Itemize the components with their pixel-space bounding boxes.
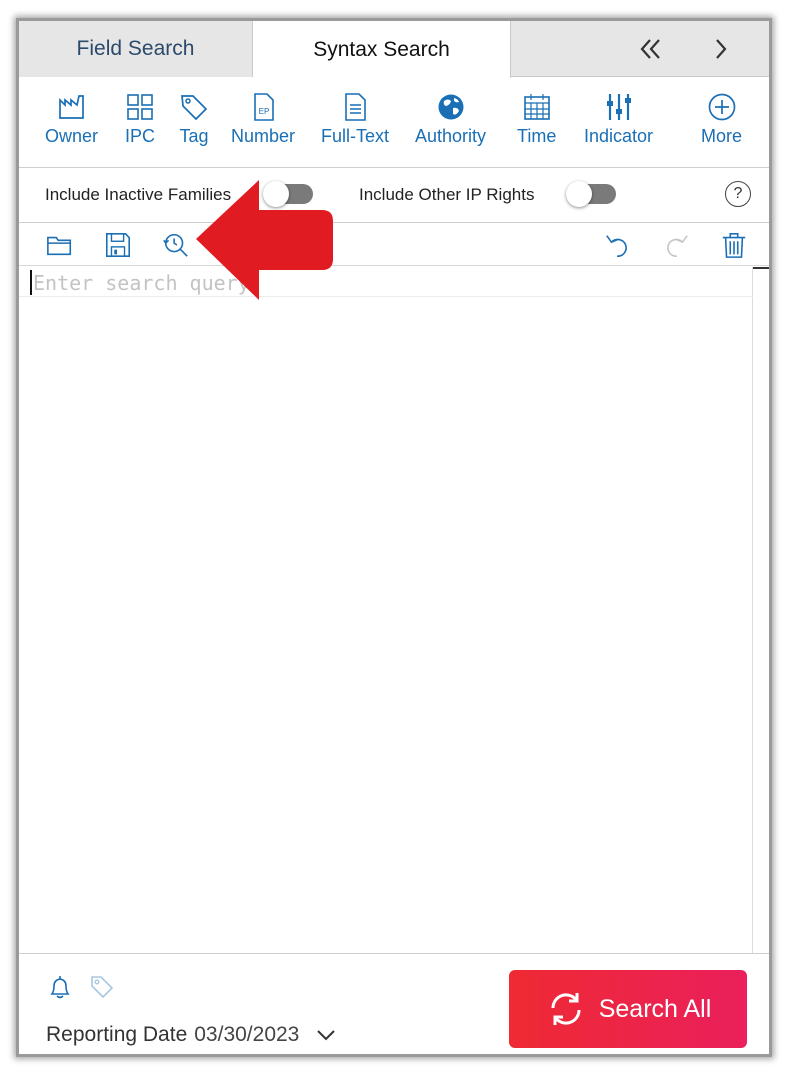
- editor-toolbar: [19, 224, 769, 266]
- ipc-button[interactable]: IPC: [125, 92, 155, 147]
- svg-text:EP: EP: [259, 107, 270, 116]
- text-cursor: [30, 270, 32, 295]
- refresh-icon: [551, 993, 581, 1025]
- number-label: Number: [231, 126, 296, 146]
- footer-bar: Reporting Date 03/30/2023 Search All: [19, 953, 769, 1054]
- reporting-date-value: 03/30/2023: [194, 1023, 300, 1046]
- editor-first-line[interactable]: Enter search query: [19, 267, 753, 297]
- options-row: Include Inactive Families Include Other …: [19, 169, 769, 223]
- syntax-search-panel: Field Search Syntax Search Owner IPC Tag…: [16, 18, 772, 1057]
- number-button[interactable]: EP Number: [231, 92, 295, 147]
- time-button[interactable]: Time: [517, 92, 556, 147]
- more-label: More: [701, 126, 743, 146]
- grid-icon: [127, 94, 153, 120]
- plus-circle-icon: [708, 93, 735, 121]
- tab-syntax-search[interactable]: Syntax Search: [253, 21, 511, 78]
- help-icon[interactable]: ?: [725, 181, 751, 207]
- inactive-families-toggle[interactable]: [263, 181, 313, 207]
- calendar-icon: [523, 94, 550, 120]
- tag-icon: [181, 95, 208, 121]
- other-ip-rights-toggle[interactable]: [566, 181, 616, 207]
- trash-icon[interactable]: [719, 230, 749, 260]
- inactive-families-label: Include Inactive Families: [45, 185, 232, 204]
- full-text-label: Full-Text: [321, 126, 390, 146]
- authority-button[interactable]: Authority: [415, 92, 486, 147]
- tab-bar: Field Search Syntax Search: [19, 21, 769, 78]
- field-toolbar: Owner IPC Tag EP Number Full-Text Author…: [19, 78, 769, 168]
- search-all-label: Search All: [598, 994, 712, 1023]
- time-label: Time: [517, 126, 557, 146]
- chevron-down-icon: [317, 1030, 336, 1041]
- search-history-icon[interactable]: [161, 230, 191, 260]
- search-all-button[interactable]: Search All: [509, 970, 747, 1048]
- owner-button[interactable]: Owner: [45, 92, 98, 147]
- chevron-right-icon[interactable]: [699, 21, 743, 77]
- query-editor[interactable]: Enter search query: [19, 267, 753, 953]
- bell-icon[interactable]: [47, 974, 73, 1000]
- globe-icon: [438, 94, 464, 120]
- query-placeholder: Enter search query: [33, 271, 250, 295]
- factory-icon: [58, 95, 84, 119]
- sliders-icon: [606, 94, 631, 120]
- indicator-button[interactable]: Indicator: [584, 92, 653, 147]
- indicator-label: Indicator: [584, 126, 654, 146]
- double-chevron-left-icon[interactable]: [629, 21, 673, 77]
- open-folder-icon[interactable]: [45, 230, 75, 260]
- owner-label: Owner: [45, 126, 99, 146]
- text-document-icon: [345, 93, 366, 121]
- editor-scrollbar[interactable]: [753, 267, 769, 269]
- tag-outline-icon[interactable]: [89, 974, 115, 1000]
- save-icon[interactable]: [103, 230, 133, 260]
- redo-icon[interactable]: [661, 230, 691, 260]
- ep-document-icon: EP: [254, 93, 274, 121]
- undo-icon[interactable]: [603, 230, 633, 260]
- tag-button[interactable]: Tag: [179, 92, 209, 147]
- reporting-date-selector[interactable]: Reporting Date 03/30/2023: [46, 1022, 339, 1048]
- reporting-date-label: Reporting Date: [46, 1023, 188, 1046]
- authority-label: Authority: [415, 126, 487, 146]
- tag-label: Tag: [179, 126, 209, 146]
- tab-field-search[interactable]: Field Search: [19, 21, 253, 77]
- more-button[interactable]: More: [701, 92, 742, 147]
- full-text-button[interactable]: Full-Text: [321, 92, 389, 147]
- other-ip-rights-label: Include Other IP Rights: [359, 185, 535, 204]
- ipc-label: IPC: [125, 126, 156, 146]
